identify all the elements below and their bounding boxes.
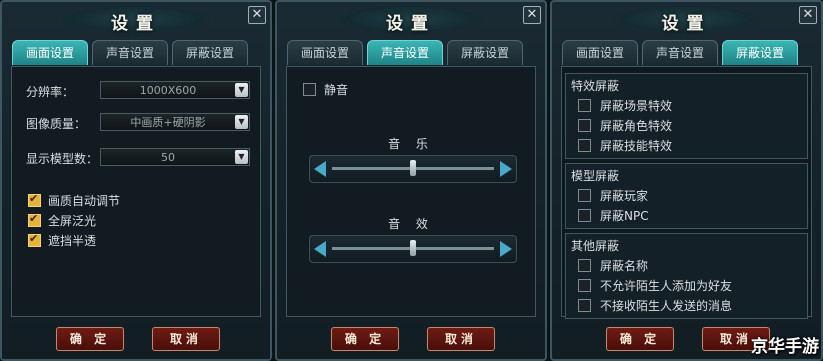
model-count-dropdown[interactable]: 50 ▼ [100,148,250,166]
ok-button[interactable]: 确 定 [331,327,399,351]
title-bar: 设置 ✕ [2,2,270,38]
title-bar: 设置 ✕ [552,2,821,38]
mute-checkbox[interactable] [303,83,316,96]
model-block-group: 模型屏蔽 屏蔽玩家 屏蔽NPC [565,163,808,229]
settings-window-block: 设置 ✕ 画面设置 声音设置 屏蔽设置 特效屏蔽 屏蔽场景特效 屏蔽角色特效 屏… [550,0,823,361]
chevron-down-icon[interactable]: ▼ [235,83,248,97]
cancel-button[interactable]: 取消 [152,327,220,351]
tab-bar: 画面设置 声音设置 屏蔽设置 [562,40,811,66]
bloom-label: 全屏泛光 [48,214,97,228]
block-character-effects-checkbox[interactable] [578,119,591,132]
sound-content: 静音 音 乐 音 效 [286,66,536,317]
block-names-checkbox[interactable] [578,259,591,272]
quality-dropdown[interactable]: 中画质+硬阴影 ▼ [100,113,250,131]
display-content: 分辨率： 1000X600 ▼ 图像质量： 中画质+硬阴影 ▼ 显示模型数： 5… [11,66,261,317]
auto-quality-label: 画质自动调节 [48,194,121,208]
block-character-effects-label: 屏蔽角色特效 [600,119,673,133]
title-bar: 设置 ✕ [277,2,545,38]
tab-block[interactable]: 屏蔽设置 [172,40,248,65]
tab-sound[interactable]: 声音设置 [92,40,168,65]
other-block-group: 其他屏蔽 屏蔽名称 不允许陌生人添加为好友 不接收陌生人发送的消息 [565,233,808,319]
tab-sound[interactable]: 声音设置 [642,40,718,65]
mute-label: 静音 [324,83,349,97]
block-npc-checkbox[interactable] [578,209,591,222]
block-names-label: 屏蔽名称 [600,259,649,273]
block-friend-requests-checkbox[interactable] [578,279,591,292]
music-slider[interactable] [309,155,517,183]
tab-sound[interactable]: 声音设置 [367,40,443,65]
block-skill-effects-checkbox[interactable] [578,139,591,152]
block-content: 特效屏蔽 屏蔽场景特效 屏蔽角色特效 屏蔽技能特效 模型屏蔽 屏蔽玩家 屏蔽NP… [561,66,812,319]
window-title: 设置 [386,14,436,34]
music-label: 音 乐 [388,137,434,151]
arrow-right-icon[interactable] [500,161,512,177]
watermark: 京华手游 [751,337,819,357]
close-icon[interactable]: ✕ [248,6,266,24]
close-icon[interactable]: ✕ [799,6,817,24]
effects-label: 音 效 [388,217,434,231]
model-count-label: 显示模型数： [26,152,99,166]
bloom-checkbox[interactable] [28,212,41,227]
music-slider-handle[interactable] [410,160,416,176]
block-players-checkbox[interactable] [578,189,591,202]
quality-label: 图像质量： [26,117,87,131]
settings-window-sound: 设置 ✕ 画面设置 声音设置 屏蔽设置 静音 音 乐 音 效 确 定 取消 [275,0,547,361]
resolution-value: 1000X600 [139,84,197,97]
group-title: 模型屏蔽 [571,169,620,183]
tab-block[interactable]: 屏蔽设置 [722,40,798,65]
tab-display[interactable]: 画面设置 [12,40,88,65]
block-skill-effects-label: 屏蔽技能特效 [600,139,673,153]
arrow-right-icon[interactable] [500,241,512,257]
tab-display[interactable]: 画面设置 [562,40,638,65]
tab-bar: 画面设置 声音设置 屏蔽设置 [12,40,260,66]
cancel-button[interactable]: 取消 [427,327,495,351]
chevron-down-icon[interactable]: ▼ [235,115,248,129]
tab-block[interactable]: 屏蔽设置 [447,40,523,65]
effects-block-group: 特效屏蔽 屏蔽场景特效 屏蔽角色特效 屏蔽技能特效 [565,73,808,159]
block-stranger-messages-label: 不接收陌生人发送的消息 [600,299,733,313]
group-title: 其他屏蔽 [571,239,620,253]
quality-value: 中画质+硬阴影 [130,116,206,129]
block-stranger-messages-checkbox[interactable] [578,299,591,312]
close-icon[interactable]: ✕ [523,6,541,24]
tab-display[interactable]: 画面设置 [287,40,363,65]
window-title: 设置 [661,14,712,34]
group-title: 特效屏蔽 [571,79,620,93]
occlusion-label: 遮挡半透 [48,234,97,248]
arrow-left-icon[interactable] [314,161,326,177]
effects-slider[interactable] [309,235,517,263]
block-scene-effects-label: 屏蔽场景特效 [600,99,673,113]
block-npc-label: 屏蔽NPC [600,209,649,223]
auto-quality-checkbox[interactable] [28,192,41,207]
window-title: 设置 [111,14,161,34]
effects-slider-handle[interactable] [410,240,416,256]
model-count-value: 50 [161,151,175,164]
chevron-down-icon[interactable]: ▼ [235,150,248,164]
block-players-label: 屏蔽玩家 [600,189,649,203]
ok-button[interactable]: 确 定 [56,327,124,351]
ok-button[interactable]: 确 定 [606,327,674,351]
resolution-label: 分辨率： [26,85,75,99]
block-friend-requests-label: 不允许陌生人添加为好友 [600,279,733,293]
tab-bar: 画面设置 声音设置 屏蔽设置 [287,40,535,66]
arrow-left-icon[interactable] [314,241,326,257]
block-scene-effects-checkbox[interactable] [578,99,591,112]
settings-window-display: 设置 ✕ 画面设置 声音设置 屏蔽设置 分辨率： 1000X600 ▼ 图像质量… [0,0,272,361]
occlusion-checkbox[interactable] [28,232,41,247]
resolution-dropdown[interactable]: 1000X600 ▼ [100,81,250,99]
